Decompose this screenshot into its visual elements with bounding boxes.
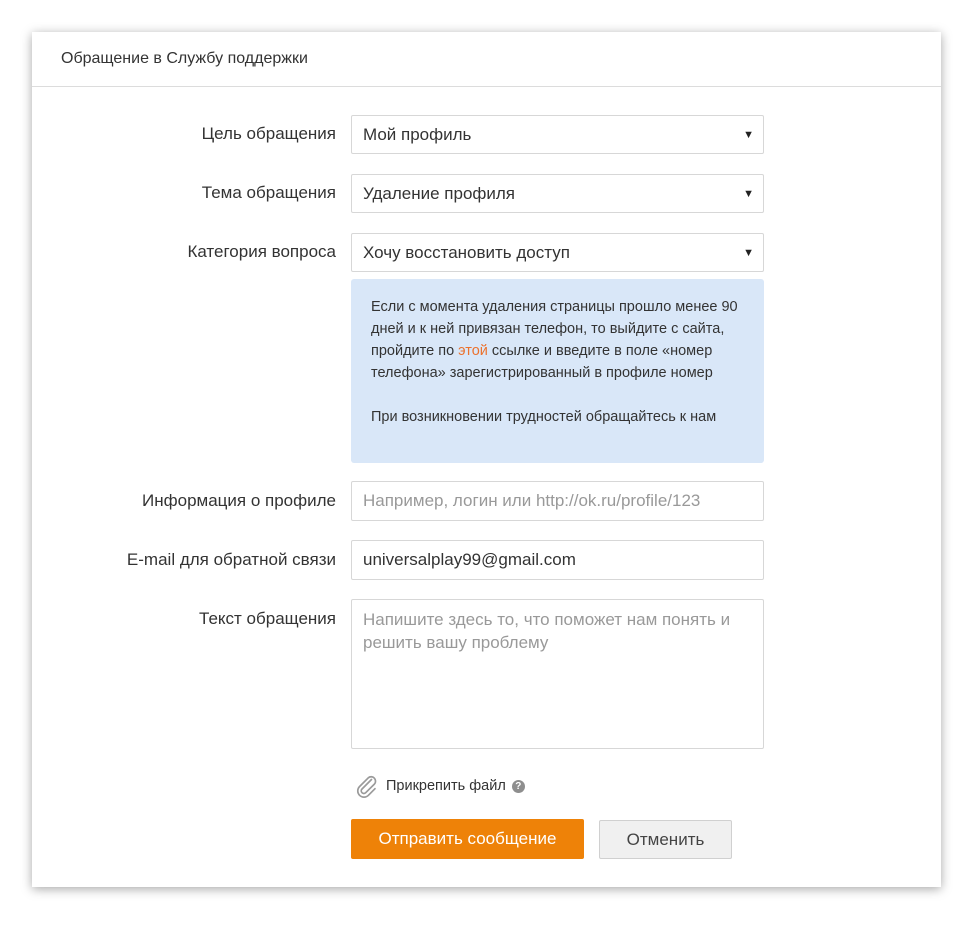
info-paragraph-2: При возникновении трудностей обращайтесь…	[371, 409, 717, 425]
dialog-header: Обращение в Службу поддержки	[32, 32, 941, 87]
attach-file-label: Прикрепить файл	[386, 778, 506, 794]
chevron-down-icon: ▼	[743, 128, 754, 141]
email-field[interactable]	[351, 540, 764, 580]
dialog-title: Обращение в Службу поддержки	[61, 50, 308, 67]
category-label: Категория вопроса	[187, 242, 336, 261]
category-select[interactable]: Хочу восстановить доступ ▼	[351, 233, 764, 272]
restore-link[interactable]: этой	[458, 343, 488, 359]
profile-info-input[interactable]	[351, 481, 764, 521]
purpose-select[interactable]: Мой профиль ▼	[351, 115, 764, 154]
attach-file-button[interactable]: Прикрепить файл ?	[354, 773, 525, 799]
send-message-button[interactable]: Отправить сообщение	[351, 819, 584, 859]
support-dialog: Обращение в Службу поддержки Цель обраще…	[32, 32, 941, 887]
category-select-value: Хочу восстановить доступ	[363, 242, 570, 262]
paperclip-icon	[357, 775, 377, 798]
message-textarea[interactable]	[351, 599, 764, 749]
profile-info-label: Информация о профиле	[142, 491, 336, 510]
info-box: Если с момента удаления страницы прошло …	[351, 279, 764, 463]
cancel-button[interactable]: Отменить	[599, 820, 732, 859]
chevron-down-icon: ▼	[743, 246, 754, 259]
message-label: Текст обращения	[199, 609, 336, 628]
question-icon[interactable]: ?	[511, 779, 525, 793]
purpose-select-value: Мой профиль	[363, 124, 472, 144]
info-paragraph-1: Если с момента удаления страницы прошло …	[371, 296, 744, 384]
chevron-down-icon: ▼	[743, 187, 754, 200]
topic-select-value: Удаление профиля	[363, 183, 516, 203]
purpose-label: Цель обращения	[201, 124, 336, 143]
topic-select[interactable]: Удаление профиля ▼	[351, 174, 764, 213]
topic-label: Тема обращения	[201, 183, 336, 202]
email-label: E-mail для обратной связи	[126, 550, 336, 569]
